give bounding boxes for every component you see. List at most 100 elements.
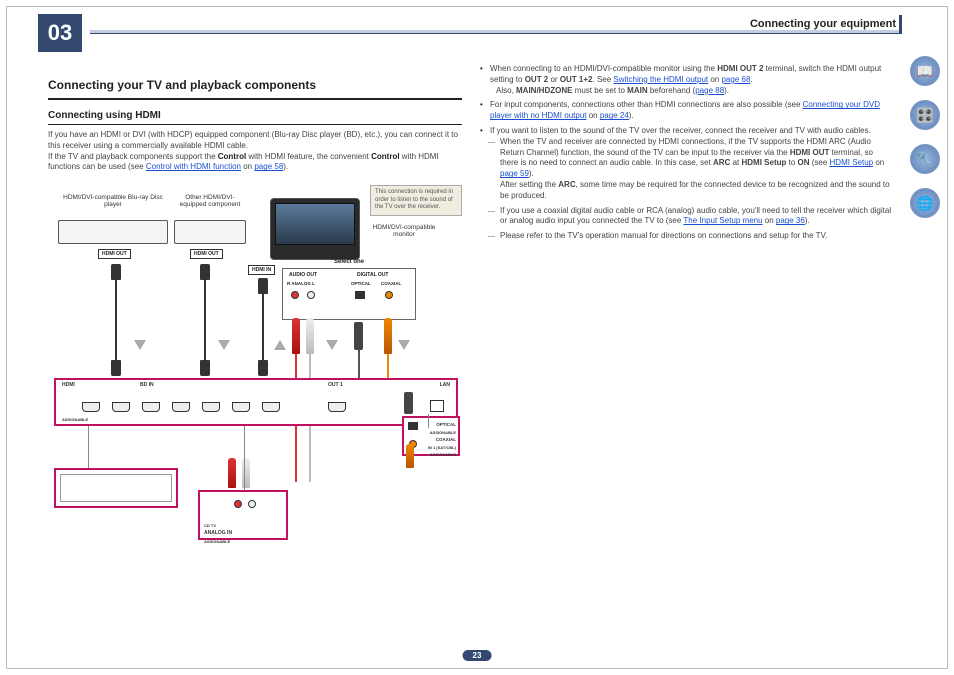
t: Control [218,152,246,161]
help-icon[interactable]: 🔧 [910,144,940,174]
label-hdmi: HDMI [62,382,75,388]
t: ). [629,111,634,120]
label-other: Other HDMI/DVI-equipped component [174,194,246,209]
label-optical: OPTICAL [351,281,371,286]
notes-list: When connecting to an HDMI/DVI-compatibl… [480,64,892,242]
guide-line [88,426,89,468]
hdmi-port-icon [202,402,220,412]
link-page-88[interactable]: page 88 [695,86,724,95]
right-column: When connecting to an HDMI/DVI-compatibl… [480,64,892,246]
label-analog-rl: R ANALOG L [287,281,315,286]
arrow-down-icon [326,340,338,350]
t: Also, [490,86,516,95]
subnote-arc: When the TV and receiver are connected b… [500,137,892,202]
jack-orange-icon [385,291,393,299]
chapter-badge: 03 [38,14,82,52]
link-control-hdmi[interactable]: Control with HDMI function [146,162,241,171]
t: HDMI Setup [742,158,787,167]
jack-red-icon [234,500,242,508]
page-number: 23 [463,650,492,661]
t: on [708,75,721,84]
t: must be set to [572,86,627,95]
hdmi-port-icon [262,402,280,412]
t: on [587,111,600,120]
rca-red-plug-icon [292,318,300,354]
h1-connecting-tv: Connecting your TV and playback componen… [48,78,462,100]
arrow-down-icon [398,340,410,350]
t: (see [810,158,830,167]
book-icon[interactable]: 📖 [910,56,940,86]
label-hdmi-out-1: HDMI OUT [98,249,131,259]
link-hdmi-setup[interactable]: HDMI Setup [830,158,874,167]
label-bdin: BD IN [140,382,154,388]
t: Control [371,152,399,161]
link-page-68[interactable]: page 68 [721,75,750,84]
label-assignable-3: ASSIGNABLE [430,430,456,435]
jack-white-icon [248,500,256,508]
label-coaxial: COAXIAL [381,281,401,286]
rca-orange-plug-icon [384,318,392,354]
label-bluray: HDMI/DVI-compatible Blu-ray Disc player [58,194,168,209]
hdmi-port-icon [112,402,130,412]
link-page-59[interactable]: page 59 [500,169,529,178]
label-lan: LAN [440,382,450,388]
label-in1: IN 1 (SAT/CBL) [428,445,456,450]
note-input-other: For input components, connections other … [490,100,892,122]
hdmi-plug-icon [111,360,121,376]
hdmi-port-icon [172,402,190,412]
t: ARC [558,180,575,189]
front-inputs-box [54,468,178,508]
para-intro: If you have an HDMI or DVI (with HDCP) e… [48,130,462,152]
jack-red-icon [291,291,299,299]
t: If you want to listen to the sound of th… [490,126,871,135]
rca-white-plug-icon [306,318,314,354]
t: For input components, connections other … [490,100,803,109]
t: with HDMI feature, the convenient [246,152,371,161]
t: or [548,75,560,84]
callout-box: This connection is required in order to … [370,185,462,216]
analog-in-box: ANALOG IN CD TV ASSIGNABLE [198,490,288,540]
t: OUT 2 [525,75,549,84]
link-page-36[interactable]: page 36 [776,216,805,225]
label-digital-out: DIGITAL OUT [357,272,388,278]
t: on [241,162,254,171]
hdmi-plug-icon [200,264,210,280]
hdmi-port-icon [232,402,250,412]
lan-port-icon [430,400,444,412]
t: When connecting to an HDMI/DVI-compatibl… [490,64,717,73]
guide-line [428,414,429,428]
link-input-setup[interactable]: The Input Setup menu [683,216,762,225]
setup-icon[interactable]: 🎛️ [910,100,940,130]
t: on [873,158,884,167]
link-switch-output[interactable]: Switching the HDMI output [613,75,708,84]
label-assignable-2: ASSIGNABLE [204,539,230,544]
label-hdmi-out-2: HDMI OUT [190,249,223,259]
device-tv [270,198,360,260]
label-optical-2: OPTICAL [436,422,456,427]
t: . [750,75,752,84]
rca-orange-plug-icon [406,444,414,468]
label-assignable: ASSIGNABLE [62,417,88,422]
cable [262,294,264,360]
hdmi-port-icon [82,402,100,412]
t: ARC [713,158,730,167]
link-page-24[interactable]: page 24 [600,111,629,120]
t: HDMI OUT [790,148,830,157]
left-column: Connecting your TV and playback componen… [48,78,462,173]
t: . See [593,75,614,84]
cable [115,280,117,360]
t: ). [283,162,288,171]
label-hdmi-in: HDMI IN [248,265,275,275]
jack-white-icon [307,291,315,299]
t: ). [805,216,810,225]
link-page-58[interactable]: page 58 [254,162,283,171]
guide-line [244,426,245,490]
sidebar-icons: 📖 🎛️ 🔧 🌐 [910,56,940,218]
arrow-down-icon [218,340,230,350]
front-panel-detail [60,474,172,502]
hdmi-plug-icon [111,264,121,280]
optical-plug-icon [354,322,363,350]
device-other [174,220,246,244]
t: If the TV and playback components suppor… [48,152,218,161]
globe-icon[interactable]: 🌐 [910,188,940,218]
